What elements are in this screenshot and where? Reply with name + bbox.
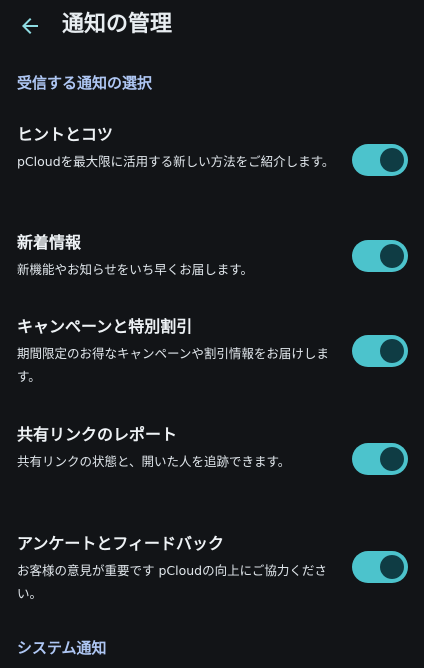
app-bar: 通知の管理	[0, 0, 424, 52]
setting-tips[interactable]: ヒントとコツ pCloudを最大限に活用する新しい方法をご紹介します。	[0, 124, 424, 194]
toggle-thumb	[380, 244, 404, 268]
setting-description: 期間限定のお得なキャンペーンや割引情報をお届けします。	[17, 346, 329, 384]
toggle-survey-feedback[interactable]	[352, 551, 408, 583]
setting-description: お客様の意見が重要です pCloudの向上にご協力ください。	[17, 563, 327, 601]
setting-title: 共有リンクのレポート	[17, 425, 178, 444]
page-title: 通知の管理	[62, 12, 173, 37]
section-header-receive: 受信する通知の選択	[17, 74, 153, 92]
toggle-thumb	[380, 447, 404, 471]
section-header-system: システム通知	[17, 639, 107, 657]
setting-title: 新着情報	[17, 233, 82, 252]
setting-title: ヒントとコツ	[17, 125, 114, 144]
toggle-thumb	[380, 555, 404, 579]
toggle-news[interactable]	[352, 240, 408, 272]
toggle-share-link-report[interactable]	[352, 443, 408, 475]
setting-title: キャンペーンと特別割引	[17, 317, 193, 336]
setting-description: 共有リンクの状態と、開いた人を追跡できます。	[17, 454, 291, 469]
toggle-campaigns[interactable]	[352, 335, 408, 367]
setting-description: 新機能やお知らせをいち早くお届します。	[17, 262, 254, 277]
setting-description: pCloudを最大限に活用する新しい方法をご紹介します。	[17, 154, 335, 169]
back-button[interactable]	[8, 4, 52, 48]
toggle-thumb	[380, 148, 404, 172]
setting-news[interactable]: 新着情報 新機能やお知らせをいち早くお届します。	[0, 232, 424, 282]
setting-share-link-report[interactable]: 共有リンクのレポート 共有リンクの状態と、開いた人を追跡できます。	[0, 424, 424, 494]
setting-title: アンケートとフィードバック	[17, 534, 225, 553]
toggle-thumb	[380, 339, 404, 363]
arrow-left-icon	[22, 18, 38, 34]
setting-campaigns[interactable]: キャンペーンと特別割引 期間限定のお得なキャンペーンや割引情報をお届けします。	[0, 316, 424, 386]
setting-survey-feedback[interactable]: アンケートとフィードバック お客様の意見が重要です pCloudの向上にご協力く…	[0, 533, 424, 603]
toggle-tips[interactable]	[352, 144, 408, 176]
